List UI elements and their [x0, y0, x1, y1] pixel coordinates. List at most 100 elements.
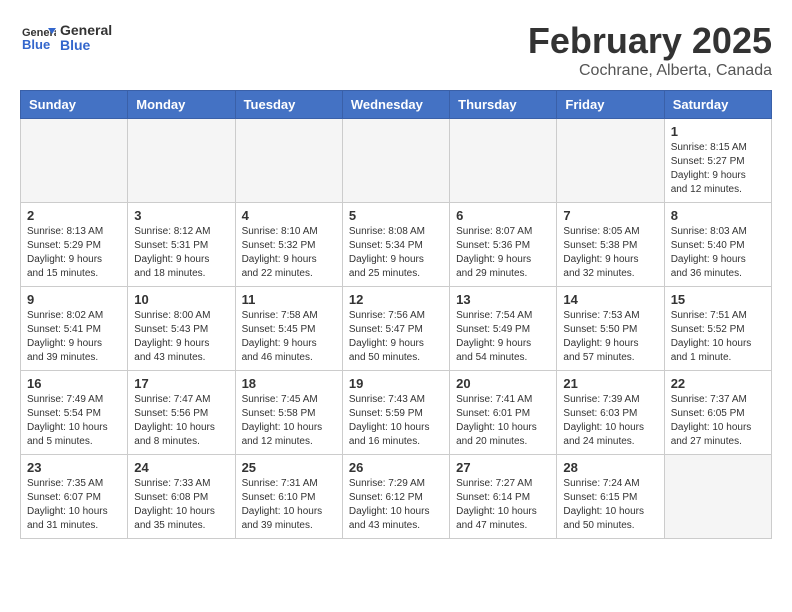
day-info: Sunrise: 7:37 AM Sunset: 6:05 PM Dayligh… — [671, 393, 765, 449]
day-number: 15 — [671, 292, 765, 307]
day-number: 27 — [456, 460, 550, 475]
day-info: Sunrise: 7:53 AM Sunset: 5:50 PM Dayligh… — [563, 309, 657, 365]
day-info: Sunrise: 7:51 AM Sunset: 5:52 PM Dayligh… — [671, 309, 765, 365]
day-number: 19 — [349, 376, 443, 391]
day-info: Sunrise: 7:47 AM Sunset: 5:56 PM Dayligh… — [134, 393, 228, 449]
calendar-cell: 28 Sunrise: 7:24 AM Sunset: 6:15 PM Dayli… — [557, 455, 664, 539]
calendar-week-row: 1Sunrise: 8:15 AM Sunset: 5:27 PM Daylig… — [21, 119, 772, 203]
calendar-cell: 1Sunrise: 8:15 AM Sunset: 5:27 PM Daylig… — [664, 119, 771, 203]
calendar-cell: 22Sunrise: 7:37 AM Sunset: 6:05 PM Dayli… — [664, 371, 771, 455]
day-info: Sunrise: 7:31 AM Sunset: 6:10 PM Dayligh… — [242, 477, 336, 533]
page-header: General Blue General Blue February 2025 … — [20, 20, 772, 80]
day-number: 5 — [349, 208, 443, 223]
day-info: Sunrise: 7:43 AM Sunset: 5:59 PM Dayligh… — [349, 393, 443, 449]
day-number: 21 — [563, 376, 657, 391]
calendar-cell: 23 Sunrise: 7:35 AM Sunset: 6:07 PM Dayli… — [21, 455, 128, 539]
calendar-cell: 13 Sunrise: 7:54 AM Sunset: 5:49 PM Dayli… — [450, 287, 557, 371]
day-number: 8 — [671, 208, 765, 223]
calendar-cell — [342, 119, 449, 203]
day-info: Sunrise: 7:58 AM Sunset: 5:45 PM Dayligh… — [242, 309, 336, 365]
day-info: Sunrise: 7:35 AM Sunset: 6:07 PM Dayligh… — [27, 477, 121, 533]
calendar-cell — [664, 455, 771, 539]
day-number: 20 — [456, 376, 550, 391]
day-number: 28 — [563, 460, 657, 475]
day-number: 6 — [456, 208, 550, 223]
calendar-cell: 11 Sunrise: 7:58 AM Sunset: 5:45 PM Dayli… — [235, 287, 342, 371]
calendar-cell — [450, 119, 557, 203]
day-info: Sunrise: 8:15 AM Sunset: 5:27 PM Dayligh… — [671, 141, 765, 197]
calendar-cell: 14 Sunrise: 7:53 AM Sunset: 5:50 PM Dayli… — [557, 287, 664, 371]
day-info: Sunrise: 8:08 AM Sunset: 5:34 PM Dayligh… — [349, 225, 443, 281]
day-info: Sunrise: 8:10 AM Sunset: 5:32 PM Dayligh… — [242, 225, 336, 281]
day-of-week-header: Saturday — [664, 91, 771, 119]
calendar-week-row: 23 Sunrise: 7:35 AM Sunset: 6:07 PM Dayli… — [21, 455, 772, 539]
day-number: 4 — [242, 208, 336, 223]
month-year: February 2025 — [528, 20, 772, 62]
calendar-week-row: 2 Sunrise: 8:13 AM Sunset: 5:29 PM Daylig… — [21, 203, 772, 287]
calendar-header-row: SundayMondayTuesdayWednesdayThursdayFrid… — [21, 91, 772, 119]
day-of-week-header: Monday — [128, 91, 235, 119]
calendar-cell: 19 Sunrise: 7:43 AM Sunset: 5:59 PM Dayli… — [342, 371, 449, 455]
day-number: 2 — [27, 208, 121, 223]
day-number: 11 — [242, 292, 336, 307]
day-of-week-header: Tuesday — [235, 91, 342, 119]
calendar-cell — [21, 119, 128, 203]
calendar-cell: 7Sunrise: 8:05 AM Sunset: 5:38 PM Daylig… — [557, 203, 664, 287]
calendar-cell: 25 Sunrise: 7:31 AM Sunset: 6:10 PM Dayli… — [235, 455, 342, 539]
day-number: 16 — [27, 376, 121, 391]
calendar-cell: 4 Sunrise: 8:10 AM Sunset: 5:32 PM Daylig… — [235, 203, 342, 287]
day-info: Sunrise: 7:29 AM Sunset: 6:12 PM Dayligh… — [349, 477, 443, 533]
calendar-cell: 21 Sunrise: 7:39 AM Sunset: 6:03 PM Dayli… — [557, 371, 664, 455]
calendar-cell: 2 Sunrise: 8:13 AM Sunset: 5:29 PM Daylig… — [21, 203, 128, 287]
calendar-cell: 15 Sunrise: 7:51 AM Sunset: 5:52 PM Dayli… — [664, 287, 771, 371]
calendar-week-row: 16 Sunrise: 7:49 AM Sunset: 5:54 PM Dayli… — [21, 371, 772, 455]
calendar-cell: 17 Sunrise: 7:47 AM Sunset: 5:56 PM Dayli… — [128, 371, 235, 455]
logo-icon: General Blue — [20, 20, 56, 56]
day-info: Sunrise: 7:39 AM Sunset: 6:03 PM Dayligh… — [563, 393, 657, 449]
day-info: Sunrise: 7:49 AM Sunset: 5:54 PM Dayligh… — [27, 393, 121, 449]
day-number: 3 — [134, 208, 228, 223]
day-info: Sunrise: 8:03 AM Sunset: 5:40 PM Dayligh… — [671, 225, 765, 281]
calendar-cell: 20 Sunrise: 7:41 AM Sunset: 6:01 PM Dayli… — [450, 371, 557, 455]
day-number: 7 — [563, 208, 657, 223]
day-number: 25 — [242, 460, 336, 475]
calendar-cell: 12 Sunrise: 7:56 AM Sunset: 5:47 PM Dayli… — [342, 287, 449, 371]
calendar-cell — [235, 119, 342, 203]
day-number: 13 — [456, 292, 550, 307]
calendar-cell: 6Sunrise: 8:07 AM Sunset: 5:36 PM Daylig… — [450, 203, 557, 287]
day-info: Sunrise: 7:56 AM Sunset: 5:47 PM Dayligh… — [349, 309, 443, 365]
day-info: Sunrise: 7:24 AM Sunset: 6:15 PM Dayligh… — [563, 477, 657, 533]
calendar-cell — [557, 119, 664, 203]
day-info: Sunrise: 7:54 AM Sunset: 5:49 PM Dayligh… — [456, 309, 550, 365]
calendar-week-row: 9 Sunrise: 8:02 AM Sunset: 5:41 PM Daylig… — [21, 287, 772, 371]
day-info: Sunrise: 7:27 AM Sunset: 6:14 PM Dayligh… — [456, 477, 550, 533]
day-number: 9 — [27, 292, 121, 307]
day-of-week-header: Sunday — [21, 91, 128, 119]
day-number: 12 — [349, 292, 443, 307]
day-info: Sunrise: 8:13 AM Sunset: 5:29 PM Dayligh… — [27, 225, 121, 281]
title-block: February 2025 Cochrane, Alberta, Canada — [528, 20, 772, 80]
calendar-cell: 5 Sunrise: 8:08 AM Sunset: 5:34 PM Daylig… — [342, 203, 449, 287]
day-info: Sunrise: 8:02 AM Sunset: 5:41 PM Dayligh… — [27, 309, 121, 365]
day-number: 18 — [242, 376, 336, 391]
day-of-week-header: Wednesday — [342, 91, 449, 119]
day-number: 23 — [27, 460, 121, 475]
day-of-week-header: Thursday — [450, 91, 557, 119]
calendar-cell: 24Sunrise: 7:33 AM Sunset: 6:08 PM Dayli… — [128, 455, 235, 539]
day-number: 24 — [134, 460, 228, 475]
calendar-cell — [128, 119, 235, 203]
day-info: Sunrise: 7:41 AM Sunset: 6:01 PM Dayligh… — [456, 393, 550, 449]
day-number: 10 — [134, 292, 228, 307]
calendar-cell: 9 Sunrise: 8:02 AM Sunset: 5:41 PM Daylig… — [21, 287, 128, 371]
day-number: 17 — [134, 376, 228, 391]
logo-general-text: General — [60, 23, 112, 38]
calendar-cell: 18Sunrise: 7:45 AM Sunset: 5:58 PM Dayli… — [235, 371, 342, 455]
day-info: Sunrise: 8:12 AM Sunset: 5:31 PM Dayligh… — [134, 225, 228, 281]
calendar-cell: 16 Sunrise: 7:49 AM Sunset: 5:54 PM Dayli… — [21, 371, 128, 455]
day-of-week-header: Friday — [557, 91, 664, 119]
day-number: 14 — [563, 292, 657, 307]
calendar-cell: 8 Sunrise: 8:03 AM Sunset: 5:40 PM Daylig… — [664, 203, 771, 287]
calendar-cell: 27 Sunrise: 7:27 AM Sunset: 6:14 PM Dayli… — [450, 455, 557, 539]
calendar-cell: 26Sunrise: 7:29 AM Sunset: 6:12 PM Dayli… — [342, 455, 449, 539]
day-info: Sunrise: 8:00 AM Sunset: 5:43 PM Dayligh… — [134, 309, 228, 365]
